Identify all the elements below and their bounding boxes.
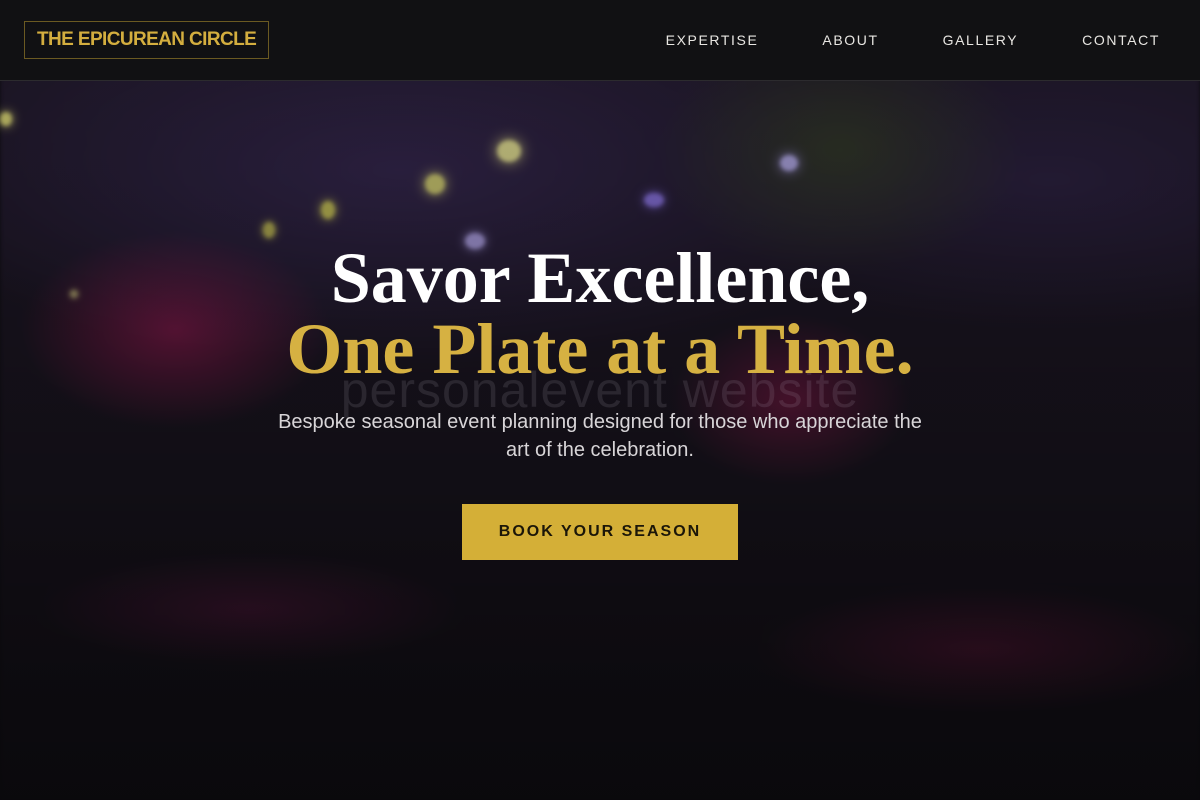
page: THE EPICUREAN CIRCLE EXPERTISE ABOUT GAL… (0, 0, 1200, 800)
nav-link-about[interactable]: ABOUT (822, 32, 878, 48)
main-nav: EXPERTISE ABOUT GALLERY CONTACT (602, 0, 1160, 80)
site-header: THE EPICUREAN CIRCLE EXPERTISE ABOUT GAL… (0, 0, 1200, 81)
hero-title-line-2: One Plate at a Time. (286, 309, 914, 389)
hero-subtitle: Bespoke seasonal event planning designed… (278, 411, 922, 461)
nav-link-expertise[interactable]: EXPERTISE (666, 32, 759, 48)
book-your-season-button[interactable]: BOOK YOUR SEASON (462, 504, 738, 560)
site-logo[interactable]: THE EPICUREAN CIRCLE (24, 21, 270, 59)
nav-link-gallery[interactable]: GALLERY (943, 32, 1019, 48)
nav-link-contact[interactable]: CONTACT (1082, 32, 1160, 48)
hero-section: personalevent website Savor Excellence, … (0, 81, 1200, 800)
